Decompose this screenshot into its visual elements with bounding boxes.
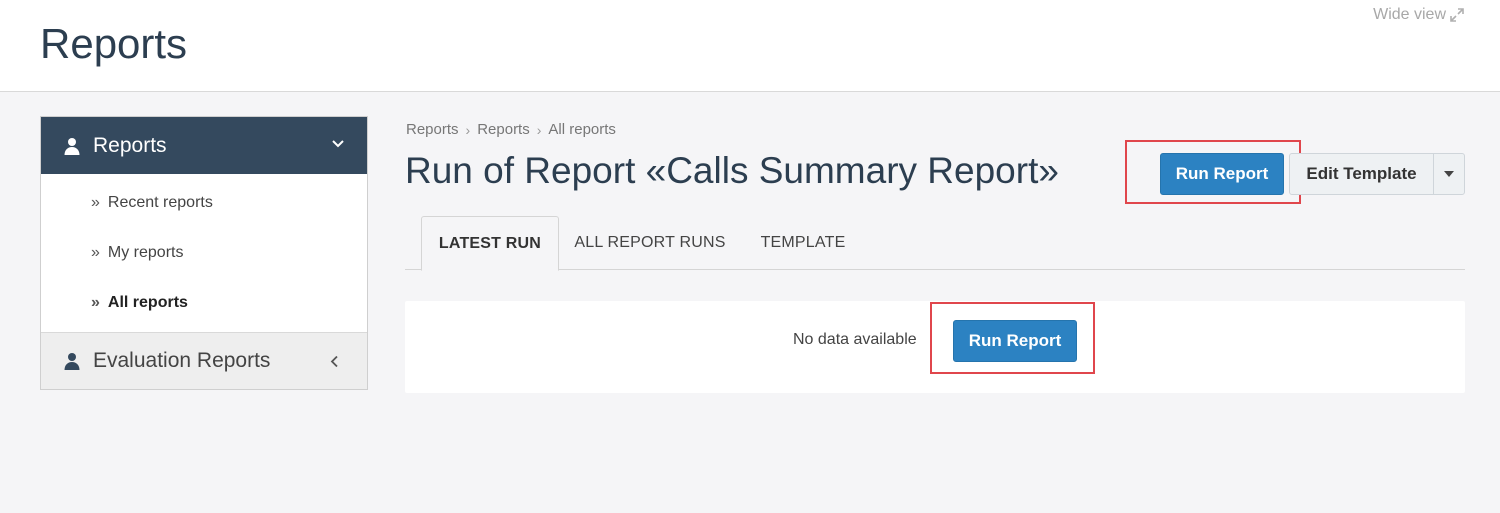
- sidebar-section-reports[interactable]: Reports: [41, 117, 367, 174]
- user-icon: [64, 137, 80, 155]
- double-chevron-icon: »: [91, 294, 100, 311]
- caret-down-icon: [1444, 171, 1454, 177]
- tab-all-report-runs[interactable]: ALL REPORT RUNS: [565, 216, 735, 270]
- breadcrumb-item[interactable]: All reports: [548, 121, 616, 138]
- chevron-right-icon: ›: [465, 121, 471, 138]
- empty-state-message: No data available: [793, 331, 917, 348]
- tab-template[interactable]: TEMPLATE: [743, 216, 863, 270]
- double-chevron-icon: »: [91, 244, 100, 261]
- sidebar-section-label: Reports: [93, 133, 167, 157]
- breadcrumb-item[interactable]: Reports: [406, 121, 459, 138]
- sidebar-items: » Recent reports » My reports » All repo…: [41, 174, 367, 332]
- breadcrumb-item[interactable]: Reports: [477, 121, 530, 138]
- breadcrumb: Reports › Reports › All reports: [406, 121, 616, 138]
- tab-latest-run[interactable]: LATEST RUN: [421, 216, 559, 271]
- page-title: Reports: [40, 20, 188, 67]
- top-header: Reports Wide view: [0, 0, 1500, 92]
- chevron-right-icon: ›: [536, 121, 542, 138]
- sidebar-item-all-reports[interactable]: » All reports: [41, 278, 367, 328]
- sidebar-item-label: All reports: [107, 294, 188, 311]
- run-report-button[interactable]: Run Report: [1160, 153, 1284, 195]
- chevron-left-icon: [330, 355, 338, 368]
- user-icon: [64, 353, 80, 370]
- run-report-button-empty-state[interactable]: Run Report: [953, 320, 1077, 362]
- sidebar: Reports » Recent reports » My reports » …: [40, 116, 368, 390]
- sidebar-section-label: Evaluation Reports: [93, 349, 271, 372]
- sidebar-item-label: Recent reports: [107, 194, 213, 211]
- report-tabs: LATEST RUN ALL REPORT RUNS TEMPLATE: [405, 216, 1465, 271]
- sidebar-section-evaluation-reports[interactable]: Evaluation Reports: [41, 332, 367, 389]
- sidebar-item-my-reports[interactable]: » My reports: [41, 228, 367, 278]
- double-chevron-icon: »: [91, 194, 100, 211]
- sidebar-item-label: My reports: [107, 244, 184, 261]
- chevron-down-icon: [332, 140, 344, 148]
- template-options-dropdown[interactable]: [1433, 153, 1465, 195]
- report-title: Run of Report «Calls Summary Report»: [405, 150, 1059, 191]
- expand-icon: [1450, 8, 1464, 22]
- sidebar-item-recent-reports[interactable]: » Recent reports: [41, 178, 367, 228]
- edit-template-button[interactable]: Edit Template: [1289, 153, 1434, 195]
- wide-view-label: Wide view: [1373, 6, 1446, 23]
- wide-view-toggle[interactable]: Wide view: [1373, 6, 1464, 24]
